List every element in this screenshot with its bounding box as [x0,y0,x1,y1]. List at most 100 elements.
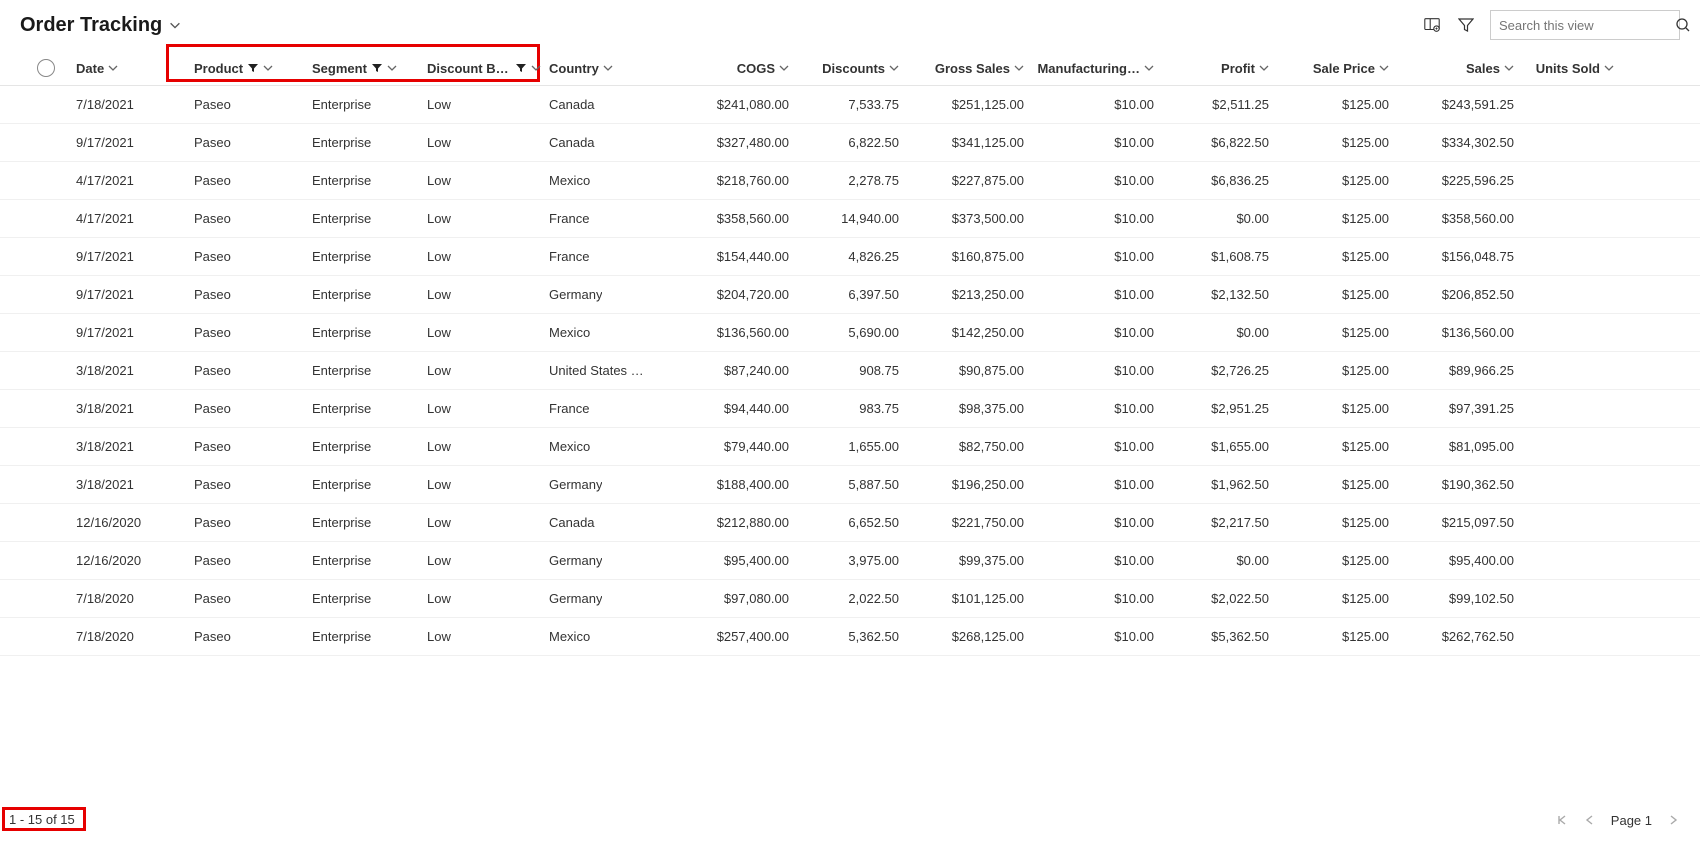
chevron-down-icon [1014,63,1024,73]
header-date[interactable]: Date [72,61,190,76]
cell-product: Paseo [190,287,308,302]
cell-cogs: $94,440.00 [675,401,793,416]
cell-product: Paseo [190,629,308,644]
cell-country: France [545,249,675,264]
search-icon[interactable] [1675,17,1691,33]
table-row[interactable]: 12/16/2020PaseoEnterpriseLowGermany$95,4… [0,542,1700,580]
cell-manufacturing: $10.00 [1028,591,1158,606]
cell-sale-price: $125.00 [1273,401,1393,416]
cell-manufacturing: $10.00 [1028,249,1158,264]
header-discounts[interactable]: Discounts [793,61,903,76]
cell-cogs: $218,760.00 [675,173,793,188]
cell-product: Paseo [190,135,308,150]
header-units-sold[interactable]: Units Sold [1518,61,1618,76]
cell-manufacturing: $10.00 [1028,287,1158,302]
cell-sales: $206,852.50 [1393,287,1518,302]
cell-discounts: 6,822.50 [793,135,903,150]
funnel-icon [247,62,259,74]
table-row[interactable]: 9/17/2021PaseoEnterpriseLowGermany$204,7… [0,276,1700,314]
cell-date: 3/18/2021 [72,439,190,454]
cell-segment: Enterprise [308,401,423,416]
next-page-button[interactable] [1666,813,1680,827]
table-row[interactable]: 3/18/2021PaseoEnterpriseLowFrance$94,440… [0,390,1700,428]
table-row[interactable]: 9/17/2021PaseoEnterpriseLowCanada$327,48… [0,124,1700,162]
edit-columns-icon[interactable] [1422,15,1442,35]
cell-segment: Enterprise [308,363,423,378]
chevron-down-icon [1604,63,1614,73]
cell-manufacturing: $10.00 [1028,515,1158,530]
cell-country: Germany [545,477,675,492]
cell-manufacturing: $10.00 [1028,477,1158,492]
cell-profit: $2,217.50 [1158,515,1273,530]
cell-discount-band: Low [423,287,545,302]
cell-discount-band: Low [423,211,545,226]
search-box[interactable] [1490,10,1680,40]
cell-sales: $358,560.00 [1393,211,1518,226]
cell-sale-price: $125.00 [1273,553,1393,568]
first-page-button[interactable] [1555,813,1569,827]
cell-segment: Enterprise [308,591,423,606]
header-profit[interactable]: Profit [1158,61,1273,76]
cell-discounts: 5,362.50 [793,629,903,644]
header-manufacturing[interactable]: Manufacturing… [1028,61,1158,76]
cell-date: 4/17/2021 [72,173,190,188]
cell-cogs: $327,480.00 [675,135,793,150]
header-sales[interactable]: Sales [1393,61,1518,76]
table-row[interactable]: 9/17/2021PaseoEnterpriseLowFrance$154,44… [0,238,1700,276]
table-row[interactable]: 9/17/2021PaseoEnterpriseLowMexico$136,56… [0,314,1700,352]
view-title[interactable]: Order Tracking [20,14,162,37]
cell-segment: Enterprise [308,173,423,188]
cell-sales: $156,048.75 [1393,249,1518,264]
cell-cogs: $154,440.00 [675,249,793,264]
header-discount-band[interactable]: Discount Ba… [423,61,545,76]
table-row[interactable]: 7/18/2020PaseoEnterpriseLowGermany$97,08… [0,580,1700,618]
header-cogs[interactable]: COGS [675,61,793,76]
cell-country: Germany [545,287,675,302]
cell-sale-price: $125.00 [1273,135,1393,150]
cell-sale-price: $125.00 [1273,287,1393,302]
table-row[interactable]: 3/18/2021PaseoEnterpriseLowMexico$79,440… [0,428,1700,466]
table-row[interactable]: 12/16/2020PaseoEnterpriseLowCanada$212,8… [0,504,1700,542]
cell-country: Germany [545,591,675,606]
prev-page-button[interactable] [1583,813,1597,827]
search-input[interactable] [1499,18,1675,33]
cell-cogs: $79,440.00 [675,439,793,454]
header-gross-sales[interactable]: Gross Sales [903,61,1028,76]
table-row[interactable]: 4/17/2021PaseoEnterpriseLowMexico$218,76… [0,162,1700,200]
grid-header: Date Product Segment Discount Ba… Countr… [0,50,1700,86]
cell-manufacturing: $10.00 [1028,363,1158,378]
cell-gross-sales: $99,375.00 [903,553,1028,568]
chevron-down-icon[interactable] [168,18,182,32]
cell-profit: $0.00 [1158,325,1273,340]
cell-date: 3/18/2021 [72,401,190,416]
cell-cogs: $95,400.00 [675,553,793,568]
cell-discounts: 3,975.00 [793,553,903,568]
grid-footer: Page 1 [0,797,1700,843]
cell-date: 9/17/2021 [72,325,190,340]
cell-country: Canada [545,515,675,530]
cell-segment: Enterprise [308,629,423,644]
cell-segment: Enterprise [308,249,423,264]
table-row[interactable]: 4/17/2021PaseoEnterpriseLowFrance$358,56… [0,200,1700,238]
header-label: Country [549,61,599,76]
filter-icon[interactable] [1456,15,1476,35]
header-product[interactable]: Product [190,61,308,76]
cell-manufacturing: $10.00 [1028,173,1158,188]
table-row[interactable]: 7/18/2020PaseoEnterpriseLowMexico$257,40… [0,618,1700,656]
cell-product: Paseo [190,211,308,226]
header-segment[interactable]: Segment [308,61,423,76]
cell-discount-band: Low [423,325,545,340]
select-all-column[interactable] [20,59,72,77]
header-country[interactable]: Country [545,61,675,76]
select-all-circle[interactable] [37,59,55,77]
table-row[interactable]: 7/18/2021PaseoEnterpriseLowCanada$241,08… [0,86,1700,124]
cell-sales: $262,762.50 [1393,629,1518,644]
header-label: Product [194,61,243,76]
cell-discount-band: Low [423,135,545,150]
table-row[interactable]: 3/18/2021PaseoEnterpriseLowUnited States… [0,352,1700,390]
table-row[interactable]: 3/18/2021PaseoEnterpriseLowGermany$188,4… [0,466,1700,504]
cell-sale-price: $125.00 [1273,515,1393,530]
cell-discounts: 7,533.75 [793,97,903,112]
chevron-down-icon [531,63,541,73]
header-sale-price[interactable]: Sale Price [1273,61,1393,76]
